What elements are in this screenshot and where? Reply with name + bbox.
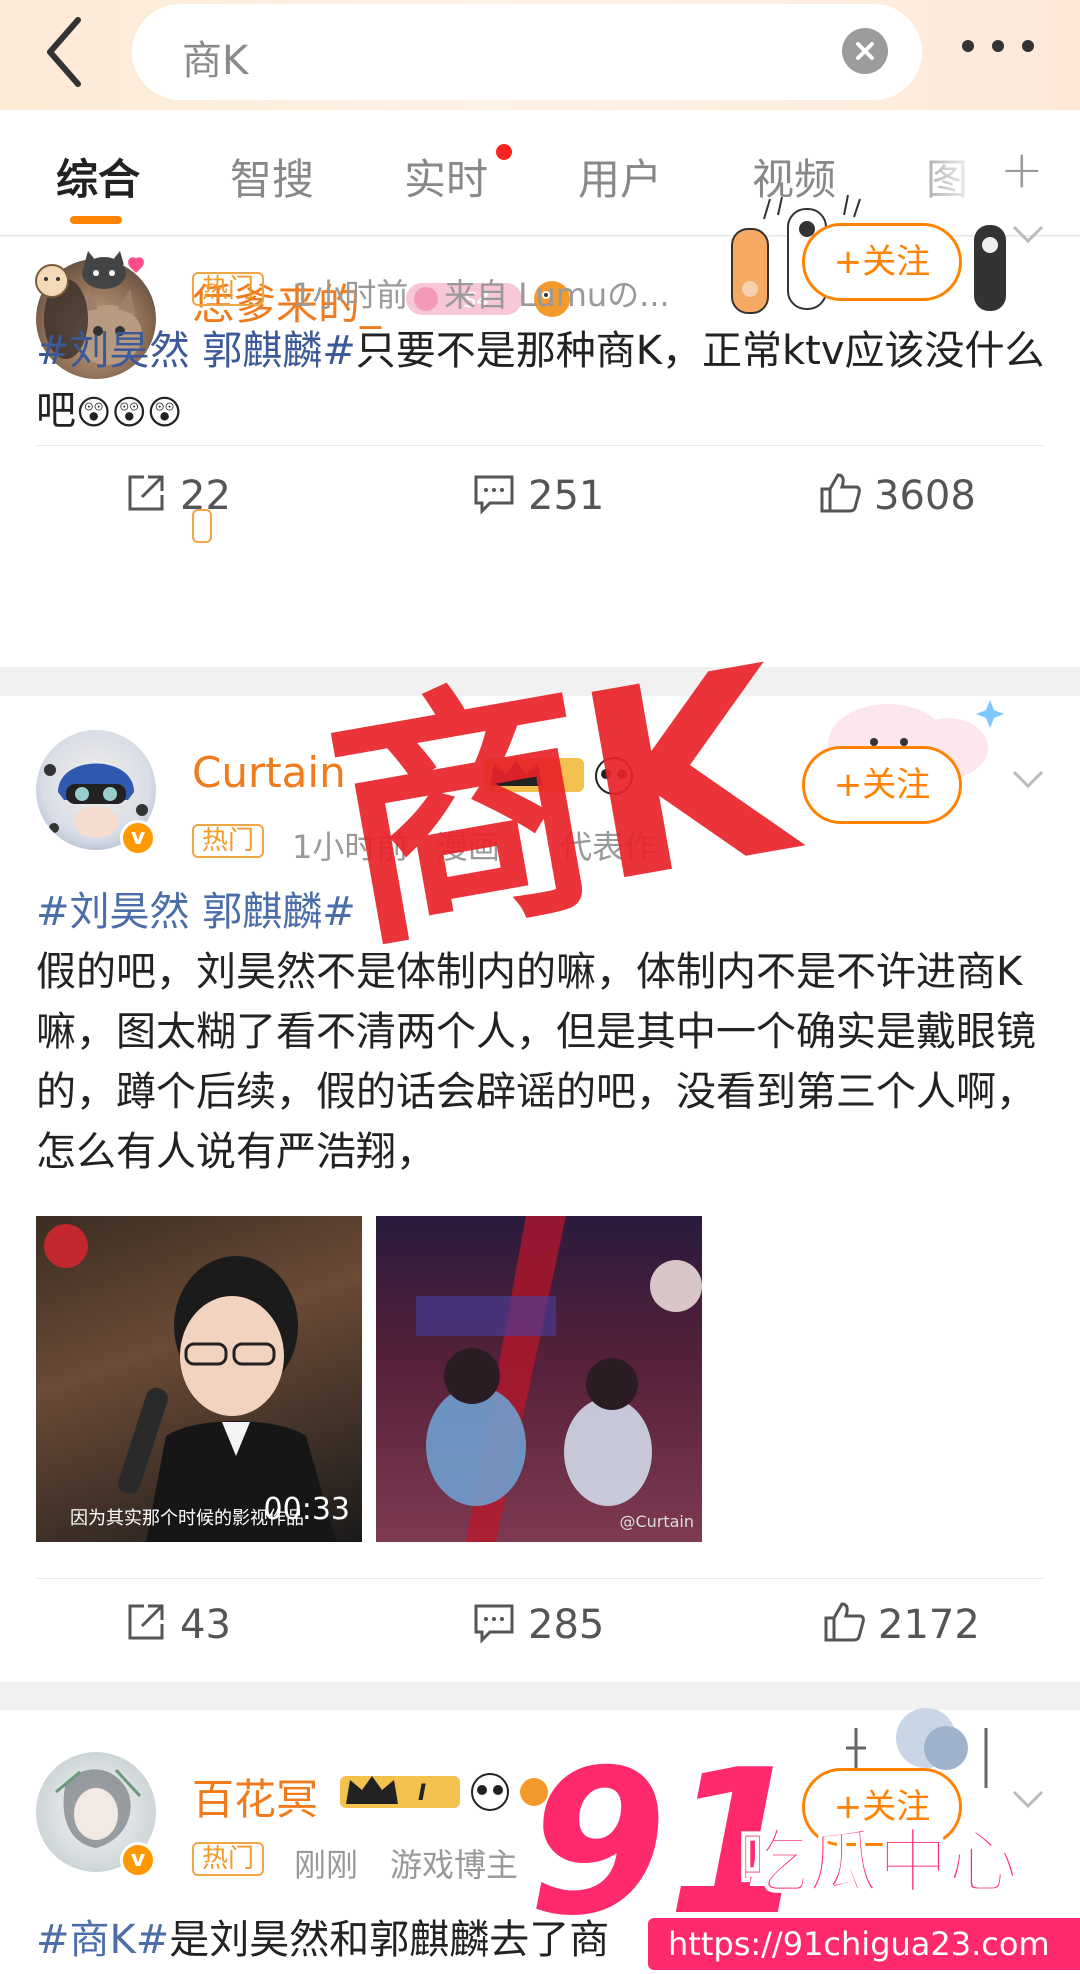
post-text: 假的吧，刘昊然不是体制内的嘛，体制内不是不许进商K嘛，图太糊了看不清两个人，但是… xyxy=(36,949,1036,1175)
post-emoji: 😲😲😲 xyxy=(76,393,183,433)
plus-icon: + xyxy=(833,765,863,805)
like-count: 2172 xyxy=(878,1602,980,1648)
tab-comprehensive[interactable]: 综合 xyxy=(56,146,140,207)
search-header: 商K xyxy=(0,0,1080,110)
new-indicator-dot xyxy=(496,144,512,160)
repost-icon xyxy=(128,1604,164,1640)
like-thumb-icon xyxy=(824,1602,865,1642)
post-source: 来自 Lumuの... xyxy=(444,276,670,314)
comment-button[interactable]: 285 xyxy=(472,1600,604,1648)
follow-button[interactable]: +关注 xyxy=(802,223,962,301)
repost-count: 43 xyxy=(180,1602,231,1648)
post-body: #刘昊然 郭麒麟#只要不是那种商K，正常ktv应该没什么吧😲😲😲 xyxy=(36,321,1046,443)
logo-url: https://91chigua23.com xyxy=(668,1925,1050,1963)
post-time: 刚刚 xyxy=(294,1846,359,1884)
clear-search-icon[interactable] xyxy=(842,28,888,74)
post-hashtag[interactable]: #商K# xyxy=(36,1917,169,1963)
like-thumb-icon xyxy=(820,473,861,513)
username[interactable]: 百花冥 xyxy=(192,1766,318,1827)
watermark-stamp: 商K xyxy=(311,612,803,986)
chevron-down-icon[interactable] xyxy=(1008,213,1048,253)
more-options-icon[interactable] xyxy=(956,34,1040,58)
post-photo[interactable]: @Curtain xyxy=(376,1216,702,1542)
post-source: 游戏博主 xyxy=(390,1846,519,1884)
active-tab-indicator xyxy=(70,216,122,224)
like-button[interactable]: 3608 xyxy=(818,471,976,519)
like-button[interactable]: 2172 xyxy=(822,1600,980,1648)
site-logo-watermark: 91 吃瓜中心 https://91chigua23.com xyxy=(528,1752,1080,1970)
post-time: 1小时前 xyxy=(292,276,409,314)
video-thumbnail[interactable]: 因为其实那个时候的影视作品 00:33 xyxy=(36,1216,362,1542)
tab-users[interactable]: 用户 xyxy=(578,146,662,207)
verified-badge-icon: v xyxy=(120,820,156,856)
avatar-pendant-decoration xyxy=(35,251,144,298)
like-count: 3608 xyxy=(874,473,976,519)
comment-count: 285 xyxy=(528,1602,605,1648)
photo-watermark: @Curtain xyxy=(619,1512,694,1531)
comment-icon xyxy=(474,475,514,515)
video-duration: 00:33 xyxy=(263,1492,350,1527)
repost-icon xyxy=(128,475,164,511)
repost-button[interactable]: 43 xyxy=(124,1600,231,1648)
hot-badge: 热门 xyxy=(192,824,265,858)
tab-smart-search[interactable]: 智搜 xyxy=(230,146,314,207)
tab-realtime[interactable]: 实时 xyxy=(404,146,488,207)
repost-count: 22 xyxy=(180,473,231,519)
repost-button[interactable]: 22 xyxy=(124,471,231,519)
svg-text:I: I xyxy=(418,1781,426,1806)
back-arrow-icon[interactable] xyxy=(40,12,90,92)
logo-text: 吃瓜中心 xyxy=(738,1821,1018,1903)
search-input[interactable]: 商K xyxy=(132,4,922,100)
follow-button[interactable]: +关注 xyxy=(802,746,962,824)
comment-button[interactable]: 251 xyxy=(472,471,604,519)
hot-badge: 热门 xyxy=(192,1842,265,1876)
member-crown-badge: I xyxy=(340,1773,548,1811)
plus-icon: + xyxy=(833,242,863,282)
search-query-text: 商K xyxy=(182,38,249,84)
chevron-down-icon[interactable] xyxy=(1008,758,1048,798)
hot-badge: 热门 xyxy=(192,272,265,306)
comment-count: 251 xyxy=(528,473,605,519)
post-hashtag[interactable]: #刘昊然 郭麒麟# xyxy=(36,328,356,374)
comment-icon xyxy=(474,1604,514,1644)
verified-badge-icon: v xyxy=(120,1842,156,1878)
